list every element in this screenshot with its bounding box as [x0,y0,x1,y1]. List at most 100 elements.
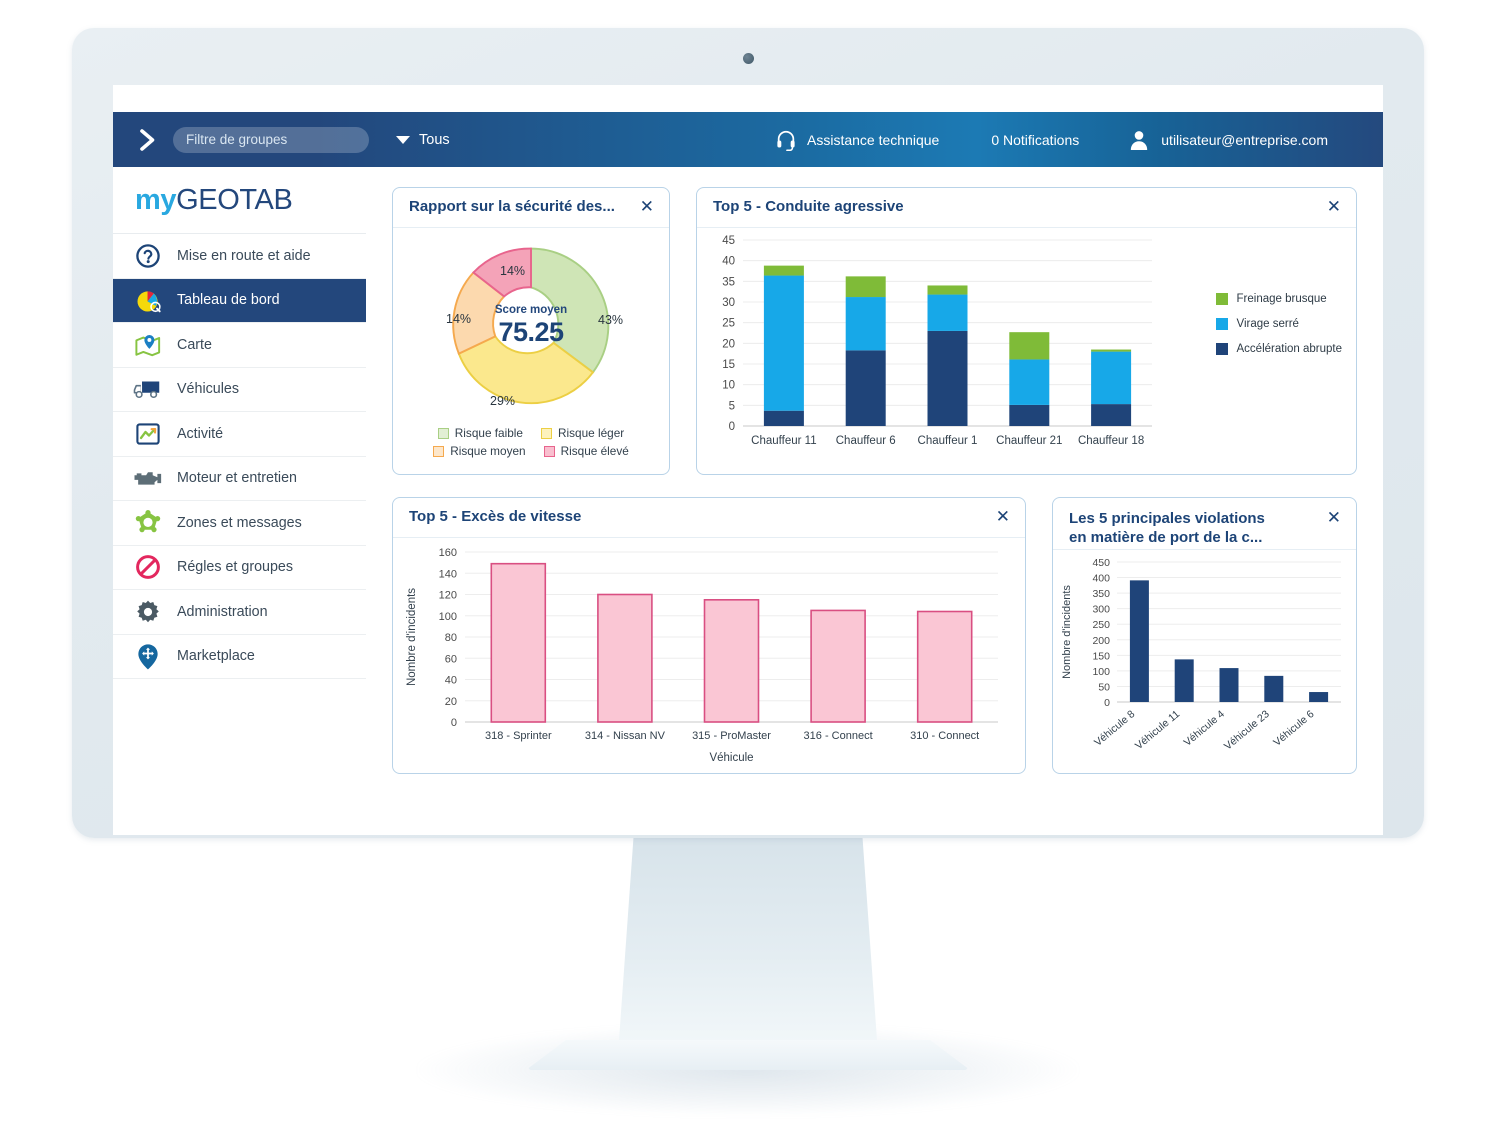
bar-segment[interactable] [1009,332,1050,360]
y-tick-label: 140 [439,568,457,580]
bar[interactable] [703,599,760,723]
sidebar-item-label: Zones et messages [177,514,302,531]
sidebar-item-rules[interactable]: Régles et groupes [113,546,366,590]
bar-segment[interactable] [1009,404,1050,426]
close-icon[interactable]: ✕ [996,509,1010,526]
bar-segment[interactable] [927,285,968,295]
donut-chart: Score moyen 75.25 43% 29% 14% 14% Risque… [393,228,669,458]
bar-segment[interactable] [1091,404,1132,426]
sidebar-item-zones[interactable]: Zones et messages [113,501,366,546]
y-tick-label: 0 [451,717,457,729]
y-axis-label: Nombre d'incidents [1061,585,1073,679]
y-tick-label: 0 [729,421,735,433]
y-tick-label: 35 [722,276,735,288]
bar[interactable] [597,593,653,723]
sidebar-item-vehicles[interactable]: Véhicules [113,368,366,412]
user-account-menu[interactable]: utilisateur@entreprise.com [1127,128,1328,152]
x-tick-label: Véhicule 23 [1222,708,1272,753]
y-tick-label: 20 [722,338,735,350]
widget-title: Rapport sur la sécurité des... [409,198,615,216]
chevron-right-icon[interactable] [135,127,161,153]
close-icon[interactable]: ✕ [1327,199,1341,216]
widget-title-line2: en matière de port de la c... [1069,528,1263,546]
x-tick-label: 315 - ProMaster [692,730,771,742]
bar-segment[interactable] [1009,359,1050,405]
app-top-bar: Filtre de groupes Tous Assistance techni… [113,112,1383,167]
bar[interactable] [1174,659,1194,702]
bar-segment[interactable] [927,330,968,426]
legend-swatch-harsh-accel [1215,343,1228,355]
bar-segment[interactable] [763,265,804,276]
bar-segment[interactable] [845,297,886,351]
bar[interactable] [1309,692,1329,702]
support-link[interactable]: Assistance technique [775,129,939,151]
y-tick-label: 50 [1098,681,1110,693]
bar[interactable] [1129,580,1149,702]
notifications-link[interactable]: 0 Notifications [991,132,1079,148]
bar[interactable] [916,610,973,723]
bar[interactable] [1264,675,1284,702]
trend-chart-icon [132,419,164,449]
sidebar-item-getting-started[interactable]: Mise en route et aide [113,234,366,279]
bar-segment[interactable] [1091,351,1132,405]
widget-title: Top 5 - Excès de vitesse [409,508,582,526]
donut-pct-medium: 14% [446,312,472,326]
sidebar-item-activity[interactable]: Activité [113,412,366,457]
y-tick-label: 40 [445,675,457,687]
legend-item: Accélération abrupte [1215,343,1342,355]
x-tick-label: Chauffeur 11 [751,435,816,447]
y-tick-label: 100 [1092,666,1110,678]
legend-swatch-harsh-braking [1215,293,1228,305]
x-tick-label: 310 - Connect [910,730,979,742]
chart-legend: Freinage brusque Virage serré Accélérati… [1215,293,1342,368]
monitor-bezel: Filtre de groupes Tous Assistance techni… [72,28,1424,838]
truck-icon [132,374,164,404]
legend-item: Risque moyen [433,444,526,458]
bar-segment[interactable] [845,350,886,426]
close-icon[interactable]: ✕ [1327,510,1341,527]
widget-title-line1: Les 5 principales violations [1069,510,1265,527]
y-tick-label: 350 [1092,588,1110,600]
sidebar-item-label: Régles et groupes [177,559,294,576]
y-tick-label: 40 [722,256,735,268]
y-tick-label: 5 [729,400,735,412]
y-tick-label: 45 [722,235,735,247]
group-filter-input[interactable]: Filtre de groupes [173,126,369,153]
bar-segment[interactable] [763,410,804,426]
x-tick-label: Chauffeur 6 [836,435,896,447]
sidebar-item-administration[interactable]: Administration [113,590,366,635]
sidebar-item-engine[interactable]: Moteur et entretien [113,457,366,501]
legend-label: Virage serré [1236,318,1299,330]
legend-swatch-medium [433,445,445,457]
legend-label: Risque élevé [560,444,629,458]
bar-segment[interactable] [927,294,968,331]
x-tick-label: Véhicule 4 [1182,708,1227,749]
bar[interactable] [490,562,547,723]
legend-label: Risque faible [454,426,523,440]
speeding-bar-chart: 0 20 40 60 80 100 120 140 160 318 - Sprinter 314 -… [406,547,998,764]
widget-title: Les 5 principales violations en matière … [1069,510,1265,548]
legend-label: Risque léger [557,426,625,440]
sidebar-item-label: Mise en route et aide [177,247,311,264]
widget-seatbelt-violations: Les 5 principales violations en matière … [1052,497,1357,774]
group-scope-dropdown[interactable]: Tous [396,132,450,148]
close-icon[interactable]: ✕ [640,199,654,216]
widget-title: Top 5 - Conduite agressive [713,198,904,216]
bar[interactable] [810,609,866,723]
sidebar-item-map[interactable]: Carte [113,323,366,368]
donut-legend: Risque faible Risque léger Risque moyen [393,424,669,460]
bar-segment[interactable] [763,275,804,411]
bar[interactable] [1219,668,1239,702]
x-tick-label: Véhicule 6 [1271,708,1316,749]
bar-segment[interactable] [845,276,886,298]
support-label: Assistance technique [807,131,940,148]
sidebar-item-dashboard[interactable]: Tableau de bord [113,278,366,323]
bar-segment[interactable] [1091,349,1132,352]
sidebar-item-label: Marketplace [177,648,255,665]
x-tick-label: Véhicule 8 [1092,708,1137,749]
widget-header: Top 5 - Excès de vitesse ✕ [393,498,1025,538]
brand-suffix: GEOTAB [176,183,293,216]
x-tick-label: 314 - Nissan NV [585,730,666,742]
sidebar-item-marketplace[interactable]: Marketplace [113,635,366,679]
y-tick-label: 80 [445,632,457,644]
